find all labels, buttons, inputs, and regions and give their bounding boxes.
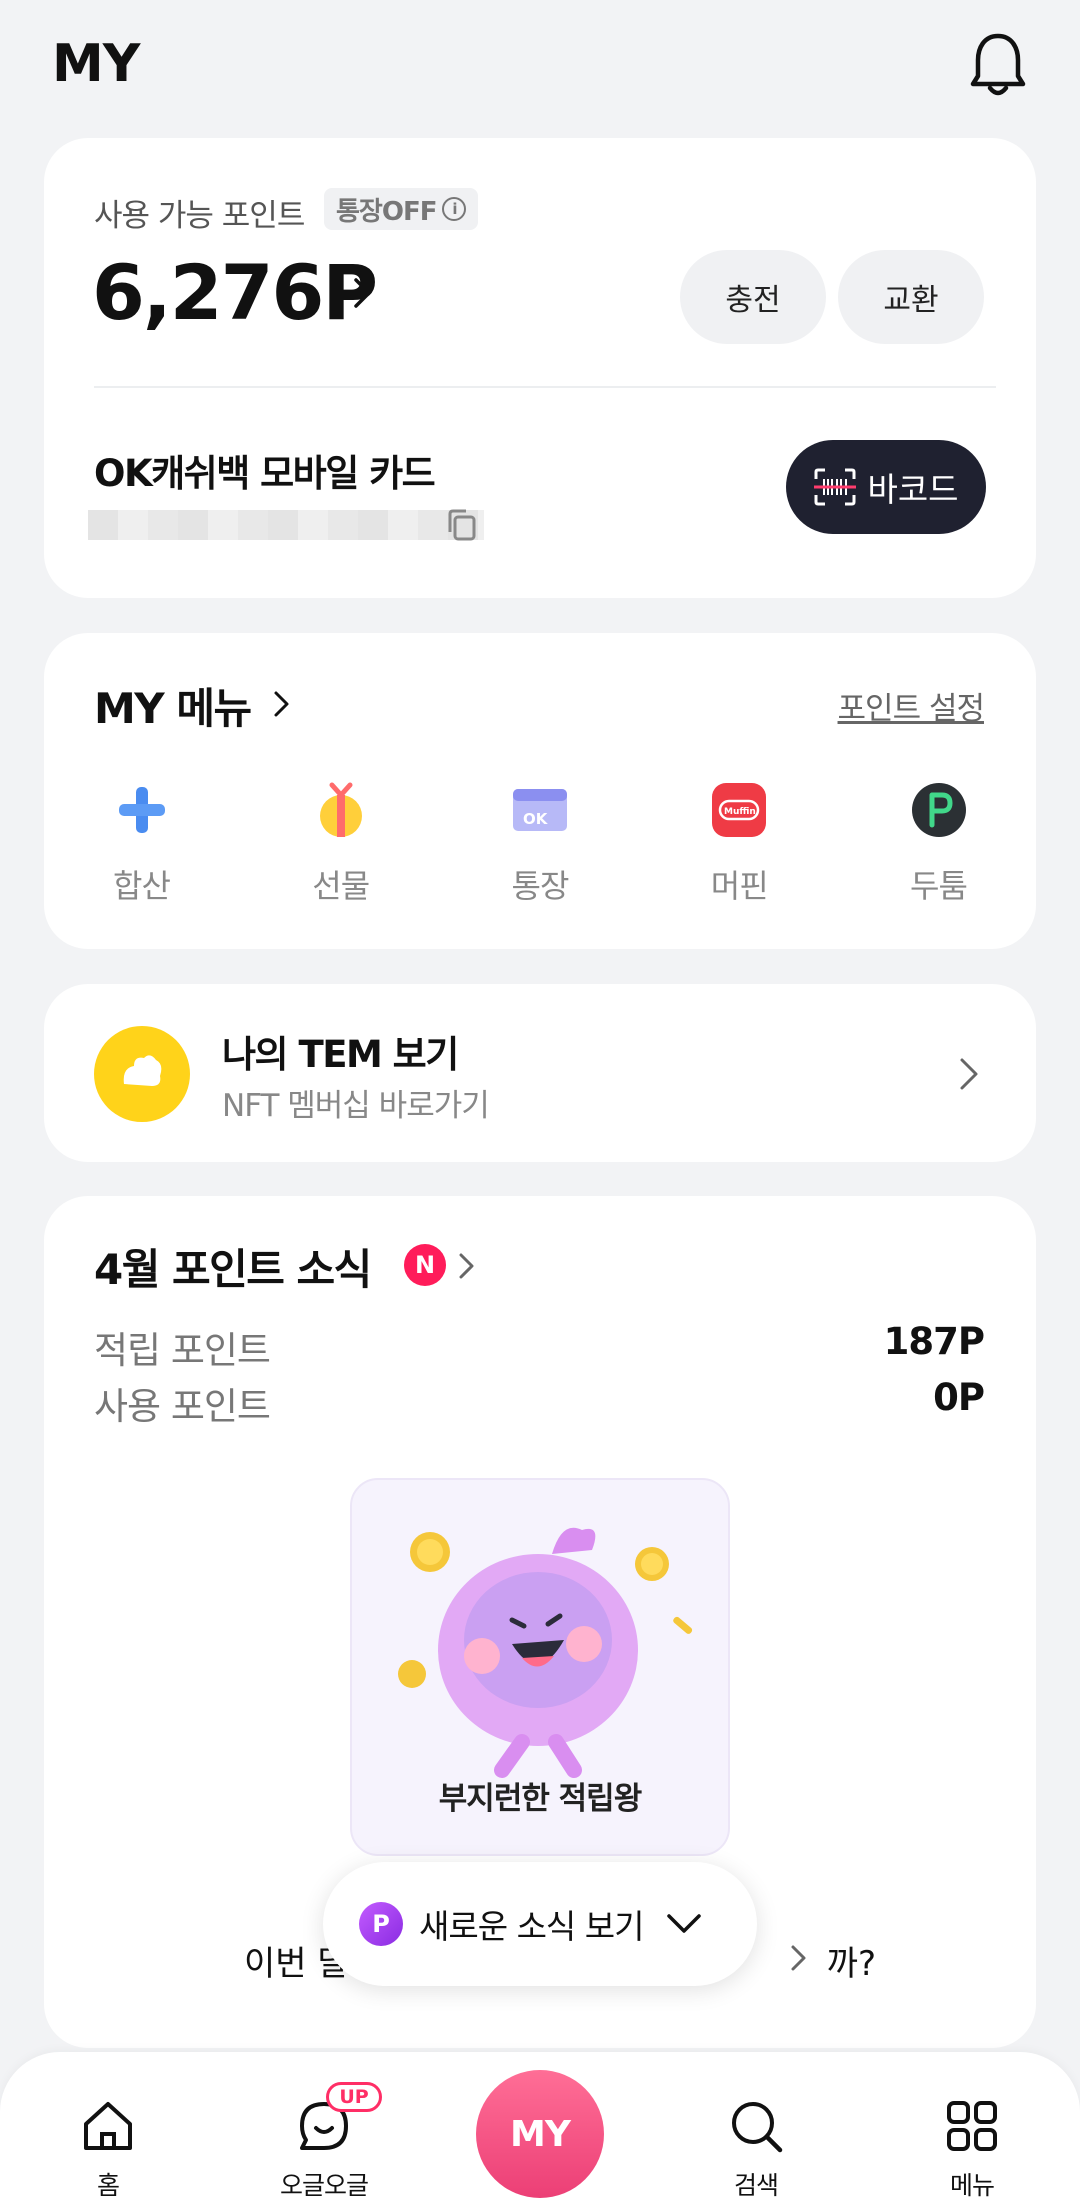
menu-item-label: 통장: [511, 867, 570, 905]
earned-points-value: 187P: [883, 1320, 985, 1363]
used-points-label: 사용 포인트: [94, 1385, 271, 1428]
nav-search-label: 검색: [733, 2171, 779, 2200]
used-points-value: 0P: [933, 1376, 985, 1419]
achievement-badge-card[interactable]: 부지런한 적립왕: [350, 1478, 730, 1856]
menu-item-label: 선물: [312, 867, 370, 905]
news-bottom-text-end: 까?: [826, 1944, 876, 1984]
tem-title: 나의 TEM 보기: [222, 1033, 459, 1076]
menu-item-label: 두툼: [910, 867, 968, 905]
my-menu-card: MY 메뉴 포인트 설정 합산 선물 OK 통장 Muffin 머핀 두툼: [44, 633, 1036, 949]
plus-icon: [118, 787, 165, 833]
svg-text:OK: OK: [523, 810, 549, 828]
menu-item-dootoom[interactable]: 두툼: [891, 779, 986, 907]
tem-card[interactable]: 나의 TEM 보기 NFT 멤버십 바로가기: [44, 984, 1036, 1162]
new-news-popup-button[interactable]: P 새로운 소식 보기: [323, 1862, 757, 1986]
news-title[interactable]: 4월 포인트 소식: [94, 1236, 372, 1297]
dootoom-icon: [911, 783, 966, 837]
divider: [94, 386, 996, 388]
menu-item-gift[interactable]: 선물: [293, 779, 388, 907]
page-title: MY: [52, 34, 140, 94]
grid-menu-icon: [947, 2101, 997, 2151]
point-badge-icon: P: [359, 1902, 403, 1946]
menu-items: 합산 선물 OK 통장 Muffin 머핀 두툼: [94, 779, 986, 907]
earned-points-row: 적립 포인트 187P: [94, 1320, 985, 1374]
bankbook-off-badge[interactable]: 통장OFF i: [324, 188, 479, 230]
nav-ogeul[interactable]: UP 오글오글: [264, 2052, 384, 2202]
info-icon[interactable]: i: [442, 197, 467, 221]
badge-caption: 부지런한 적립왕: [438, 1781, 642, 1817]
character-illustration: [398, 1527, 693, 1778]
point-settings-link[interactable]: 포인트 설정: [838, 683, 985, 728]
available-points-label: 사용 가능 포인트: [94, 198, 305, 234]
nav-home[interactable]: 홈: [48, 2052, 168, 2202]
muffin-icon: Muffin: [712, 783, 767, 837]
gift-icon: [319, 782, 362, 837]
barcode-scan-icon: [814, 468, 857, 506]
search-icon: [732, 2102, 783, 2153]
popup-label: 새로운 소식 보기: [419, 1907, 644, 1946]
copy-icon[interactable]: [444, 506, 480, 544]
charge-button[interactable]: 충전: [680, 250, 826, 344]
up-badge: UP: [326, 2082, 382, 2112]
menu-item-label: 머핀: [710, 867, 769, 905]
app-header: MY: [0, 0, 1080, 135]
tem-subtitle: NFT 멤버십 바로가기: [222, 1088, 490, 1124]
menu-item-bankbook[interactable]: OK 통장: [493, 779, 588, 907]
exchange-button[interactable]: 교환: [838, 250, 984, 344]
my-menu-title[interactable]: MY 메뉴: [94, 675, 252, 736]
points-value[interactable]: 6,276P: [92, 248, 378, 337]
tem-logo-icon: [123, 1055, 162, 1086]
chevron-right-icon[interactable]: [272, 689, 292, 719]
nav-menu-label: 메뉴: [949, 2171, 995, 2200]
bankbook-off-label: 통장OFF: [336, 196, 437, 227]
bankbook-icon: OK: [513, 789, 567, 831]
bell-icon[interactable]: [968, 30, 1028, 100]
nav-search[interactable]: 검색: [696, 2052, 816, 2202]
nav-ogeul-label: 오글오글: [279, 2171, 369, 2200]
menu-item-muffin[interactable]: Muffin 머핀: [692, 779, 787, 907]
chevron-down-icon: [666, 1914, 701, 1933]
menu-item-label: 합산: [113, 867, 171, 905]
earned-points-label: 적립 포인트: [94, 1329, 271, 1372]
nav-home-label: 홈: [96, 2171, 120, 2200]
menu-item-sum[interactable]: 합산: [94, 779, 189, 907]
chevron-right-icon[interactable]: [790, 1944, 808, 1972]
card-number-masked: [88, 510, 484, 540]
barcode-button-label: 바코드: [867, 470, 959, 509]
svg-text:Muffin: Muffin: [724, 807, 756, 817]
mobile-card-title: OK캐쉬백 모바일 카드: [94, 452, 436, 495]
new-badge: N: [404, 1244, 446, 1286]
home-icon: [84, 2102, 132, 2150]
tem-logo: [94, 1026, 190, 1122]
chevron-right-icon[interactable]: [958, 1056, 980, 1092]
used-points-row: 사용 포인트 0P: [94, 1376, 985, 1430]
points-card: 사용 가능 포인트 통장OFF i 6,276P 충전 교환 OK캐쉬백 모바일…: [44, 138, 1036, 598]
chevron-right-icon[interactable]: [458, 1252, 476, 1280]
nav-menu[interactable]: 메뉴: [912, 2052, 1032, 2202]
chevron-right-icon[interactable]: [352, 276, 374, 310]
my-tab-button[interactable]: MY: [476, 2070, 604, 2198]
barcode-button[interactable]: 바코드: [786, 440, 986, 534]
